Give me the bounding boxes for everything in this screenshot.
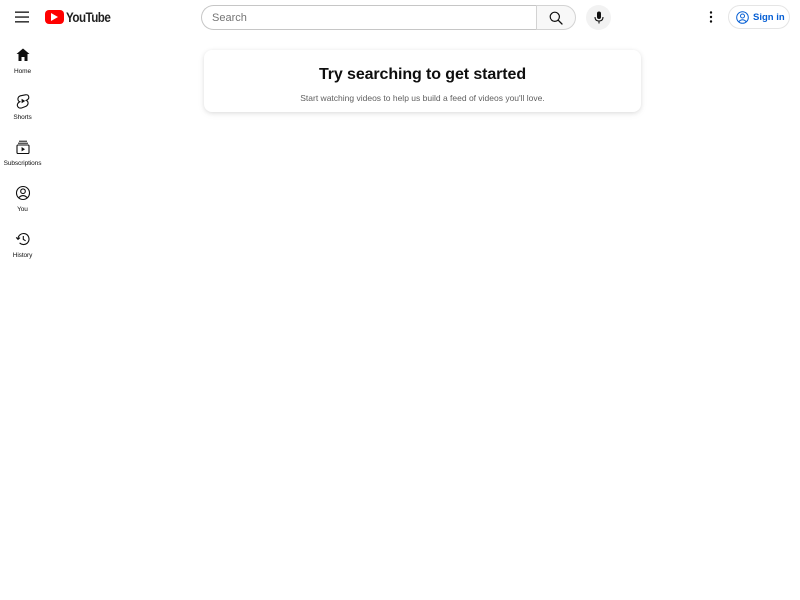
guide-item-you[interactable]: You	[0, 180, 45, 224]
empty-feed-card: Try searching to get started Start watch…	[204, 50, 641, 112]
search-box[interactable]	[201, 5, 537, 30]
search-icon	[549, 11, 563, 25]
search-input[interactable]	[212, 7, 537, 28]
subscriptions-icon	[15, 140, 30, 155]
guide-item-shorts[interactable]: Shorts	[0, 88, 45, 132]
guide-label-home: Home	[14, 68, 31, 75]
voice-search-button[interactable]	[586, 5, 611, 30]
logo-wordmark: YouTube	[66, 9, 111, 25]
guide-item-history[interactable]: History	[0, 226, 45, 270]
youtube-play-icon	[45, 10, 64, 24]
hamburger-menu-icon	[15, 11, 29, 23]
empty-feed-title: Try searching to get started	[318, 66, 527, 83]
history-icon	[15, 233, 30, 246]
search-button[interactable]	[536, 5, 576, 30]
youtube-logo[interactable]: YouTube	[45, 9, 118, 25]
guide-label-you: You	[17, 206, 28, 213]
guide-item-home[interactable]: Home	[0, 42, 45, 86]
settings-more-button[interactable]	[699, 5, 723, 29]
guide-item-subscriptions[interactable]: Subscriptions	[0, 134, 45, 178]
guide-label-subscriptions: Subscriptions	[3, 160, 42, 167]
sign-in-label: Sign in	[753, 11, 785, 23]
microphone-icon	[593, 11, 604, 24]
account-circle-icon	[736, 10, 749, 24]
home-icon	[16, 48, 29, 61]
more-vertical-icon	[709, 11, 713, 23]
shorts-icon	[16, 94, 29, 109]
you-icon	[15, 185, 30, 201]
empty-feed-subtitle: Start watching videos to help us build a…	[300, 93, 545, 103]
sign-in-button[interactable]: Sign in	[728, 5, 790, 29]
masthead: YouTube Sign in	[0, 0, 800, 34]
guide-label-shorts: Shorts	[13, 114, 32, 121]
guide-menu-button[interactable]	[6, 1, 38, 33]
guide-label-history: History	[12, 252, 33, 259]
